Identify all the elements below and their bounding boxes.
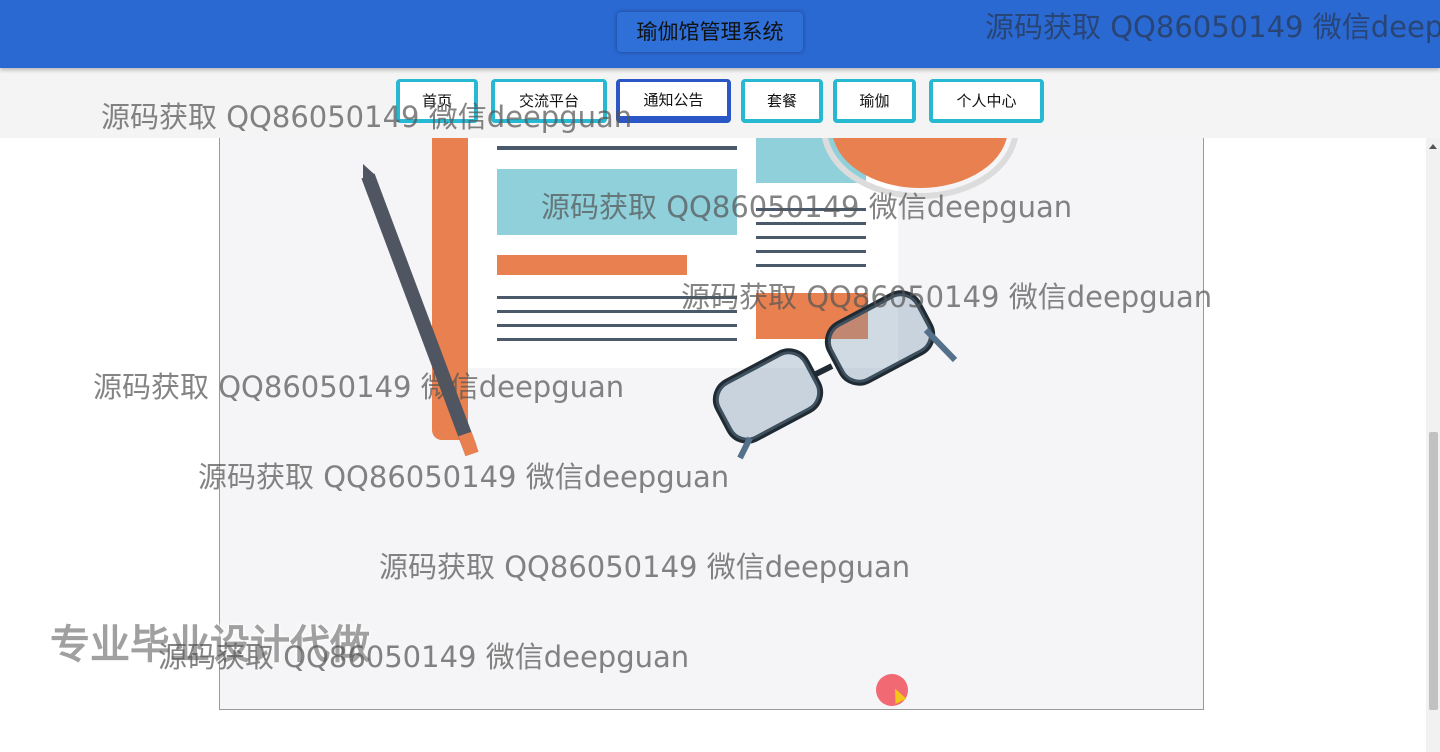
nav-item-personal-center[interactable]: 个人中心 [929,79,1044,123]
nav-item-forum[interactable]: 交流平台 [491,79,607,123]
nav-item-packages[interactable]: 套餐 [741,79,823,123]
nav-item-yoga[interactable]: 瑜伽 [833,79,916,123]
site-title: 瑜伽馆管理系统 [617,12,803,52]
main-nav: 首页 交流平台 通知公告 套餐 瑜伽 个人中心 [0,68,1440,138]
page-scrollbar[interactable] [1426,138,1440,752]
scroll-up-arrow-icon[interactable] [1429,144,1437,149]
nav-item-home[interactable]: 首页 [396,79,478,123]
top-header: 瑜伽馆管理系统 [0,0,1440,68]
promo-overlay-text: 专业毕业设计代做 [50,622,370,668]
nav-item-notices[interactable]: 通知公告 [616,79,731,123]
scroll-thumb[interactable] [1429,432,1438,710]
